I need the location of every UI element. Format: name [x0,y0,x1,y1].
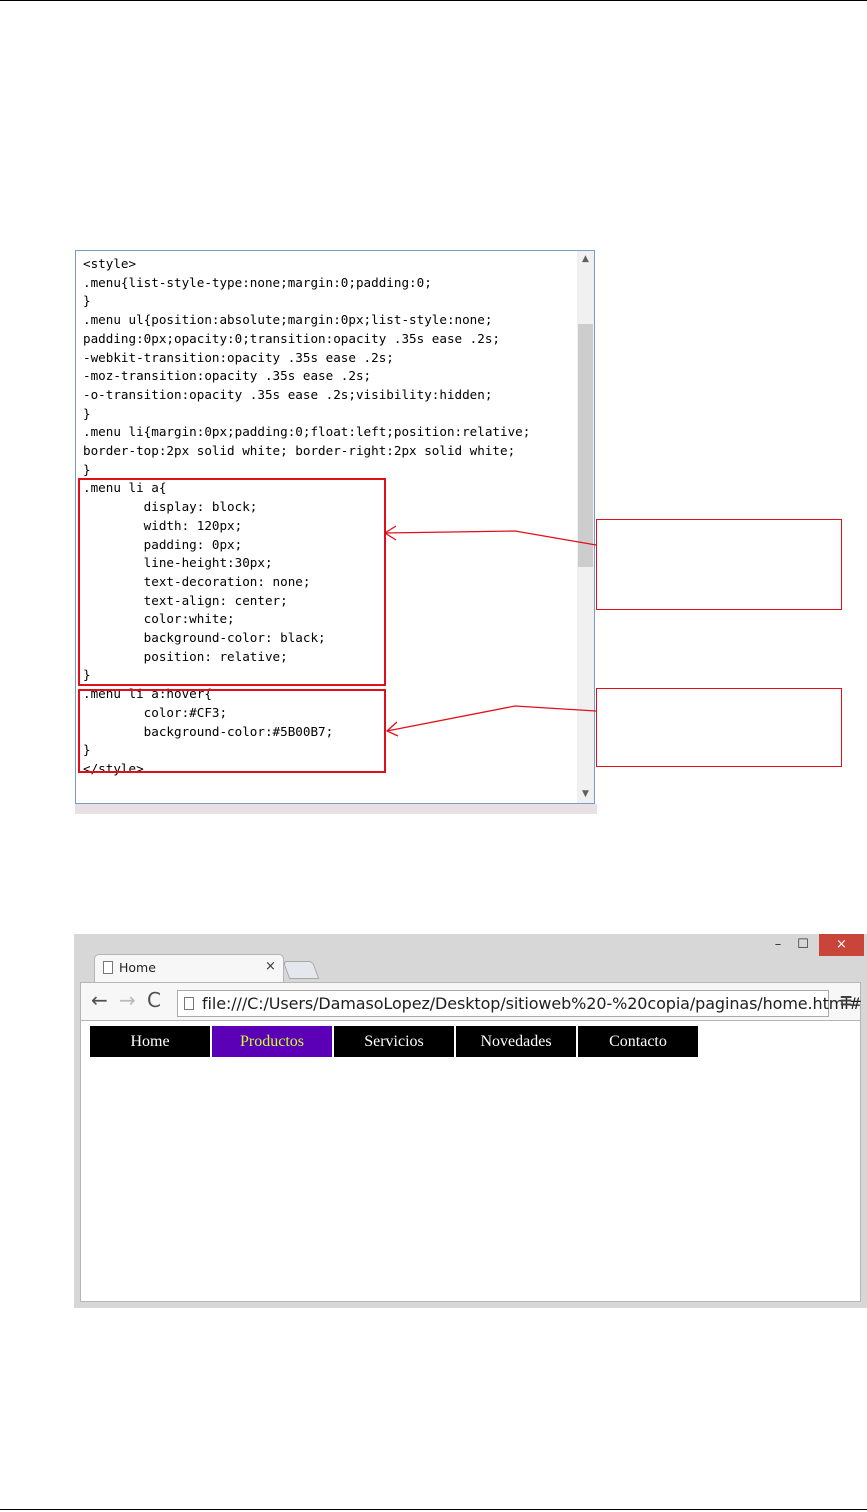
back-arrow-icon[interactable]: ← [91,989,108,1011]
code-line: .menu{list-style-type:none;margin:0;padd… [83,274,432,290]
code-line: } [83,293,91,309]
page-bottom-rule [0,1509,867,1510]
reload-icon[interactable]: C [147,989,161,1011]
scroll-up-arrow-icon[interactable]: ▲ [577,251,594,268]
code-editor-bottom-strip [75,804,597,814]
code-line: -moz-transition:opacity .35s ease .2s; [83,368,372,384]
code-scrollbar[interactable]: ▲ ▼ [577,251,594,803]
menu-item-contacto[interactable]: Contacto [578,1026,698,1057]
code-line: border-top:2px solid white; border-right… [83,443,516,459]
scroll-down-arrow-icon[interactable]: ▼ [577,786,594,803]
browser-tab-home[interactable]: Home × [94,954,284,982]
code-line: .menu li{margin:0px;padding:0;float:left… [83,424,531,440]
callout-box-2 [596,688,842,767]
window-close-button[interactable]: × [819,934,864,956]
window-maximize-button[interactable]: ☐ [791,934,815,956]
code-line: } [83,461,91,477]
scroll-thumb[interactable] [578,324,593,567]
forward-arrow-icon[interactable]: → [119,989,136,1011]
address-bar[interactable]: file:///C:/Users/DamasoLopez/Desktop/sit… [177,990,862,1017]
window-minimize-button[interactable]: – [767,934,789,956]
code-line: padding:0px;opacity:0;transition:opacity… [83,330,501,346]
menu-item-productos[interactable]: Productos [212,1026,332,1057]
nav-menu: Home Productos Servicios Novedades Contacto [90,1026,700,1057]
page-icon [103,961,113,974]
tab-close-icon[interactable]: × [265,959,276,974]
code-line: } [83,405,91,421]
page-top-rule [0,0,867,1]
browser-menu-icon[interactable]: ≡ [839,990,853,1012]
browser-window: – ☐ × Home × ← → C file:///C:/Users/Dama… [74,934,867,1308]
browser-toolbar: ← → C file:///C:/Users/DamasoLopez/Deskt… [80,982,862,1020]
code-line: .menu ul{position:absolute;margin:0px;li… [83,312,493,328]
url-text[interactable]: file:///C:/Users/DamasoLopez/Desktop/sit… [202,994,862,1013]
code-line: -webkit-transition:opacity .35s ease .2s… [83,349,394,365]
callout-box-1 [596,519,842,610]
menu-item-servicios[interactable]: Servicios [334,1026,454,1057]
code-line: -o-transition:opacity .35s ease .2s;visi… [83,386,493,402]
code-line: <style> [83,256,137,271]
tab-title: Home [119,960,156,975]
new-tab-button[interactable] [282,961,320,979]
menu-item-home[interactable]: Home [90,1026,210,1057]
highlight-menu-li-a-hover [78,689,386,773]
page-viewport: Home Productos Servicios Novedades Contacto [80,1020,861,1302]
highlight-menu-li-a [78,478,386,686]
menu-item-novedades[interactable]: Novedades [456,1026,576,1057]
page-icon [184,997,194,1010]
